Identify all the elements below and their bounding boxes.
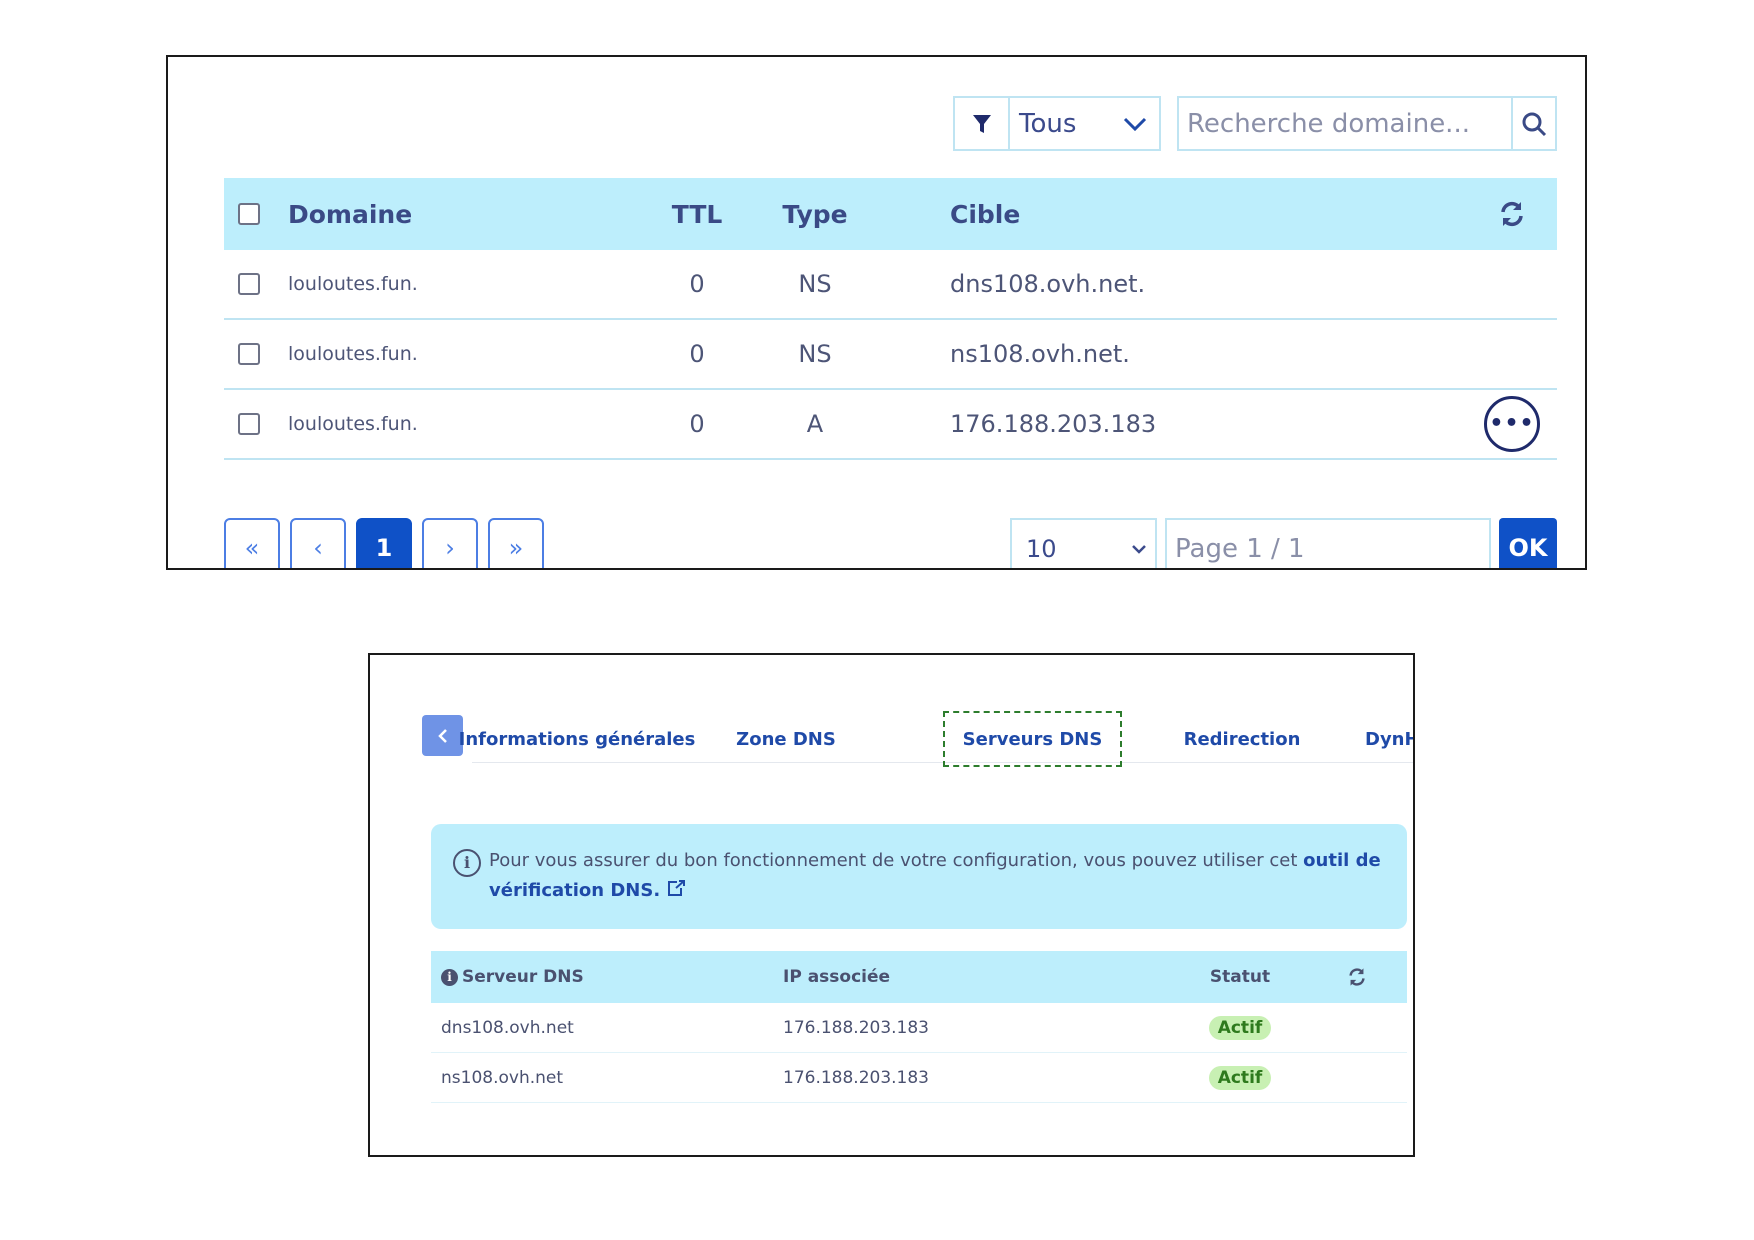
domain-search: [1177, 96, 1557, 151]
dns-servers-header: i Serveur DNS IP associée Statut: [431, 951, 1407, 1003]
table-row: louloutes.fun. 0 NS dns108.ovh.net.: [224, 250, 1557, 320]
status-badge: Actif: [1208, 1065, 1272, 1090]
col-status: Statut: [1209, 967, 1271, 987]
row-actions-button[interactable]: •••: [1484, 396, 1540, 452]
row-checkbox[interactable]: [238, 343, 260, 365]
external-link-icon: [668, 880, 686, 896]
zone-table-header: Domaine TTL Type Cible: [224, 178, 1557, 250]
search-icon: [1522, 112, 1547, 136]
filter-select[interactable]: Tous: [1010, 98, 1159, 149]
current-page-button[interactable]: 1: [356, 518, 412, 568]
chevron-down-icon: [1123, 117, 1147, 131]
type-filter[interactable]: Tous: [953, 96, 1161, 151]
tab-zone-dns[interactable]: Zone DNS: [726, 711, 846, 767]
row-server: dns108.ovh.net: [441, 1017, 574, 1038]
tab-bar: Informations générales Zone DNS Serveurs…: [370, 711, 1413, 767]
last-page-button[interactable]: »: [488, 518, 544, 568]
dns-zone-panel: Tous Domaine TTL Type Cible: [166, 55, 1587, 570]
row-server: ns108.ovh.net: [441, 1067, 564, 1088]
tab-informations-generales[interactable]: Informations générales: [459, 711, 696, 767]
col-target[interactable]: Cible: [866, 200, 1467, 229]
page-size-value: 10: [1026, 535, 1057, 563]
row-domain: louloutes.fun.: [288, 343, 418, 365]
filter-value: Tous: [1019, 108, 1077, 139]
page-number-input[interactable]: [1165, 518, 1491, 568]
col-ttl[interactable]: TTL: [630, 200, 764, 229]
row-target: dns108.ovh.net.: [950, 270, 1146, 298]
dns-servers-panel: Informations générales Zone DNS Serveurs…: [368, 653, 1415, 1157]
row-checkbox[interactable]: [238, 413, 260, 435]
refresh-icon[interactable]: [1347, 967, 1367, 987]
row-type: NS: [798, 270, 832, 298]
filter-icon[interactable]: [955, 98, 1010, 149]
chevron-down-icon: [1132, 545, 1146, 554]
tab-redirection[interactable]: Redirection: [1172, 711, 1312, 767]
row-ttl: 0: [689, 270, 705, 298]
col-ip: IP associée: [783, 967, 891, 987]
prev-page-button[interactable]: ‹: [290, 518, 346, 568]
row-target: 176.188.203.183: [950, 410, 1157, 438]
zone-toolbar: Tous: [224, 96, 1557, 151]
row-ip: 176.188.203.183: [783, 1067, 930, 1088]
row-target: ns108.ovh.net.: [950, 340, 1130, 368]
pagination: « ‹ 1 › » 10 OK: [224, 518, 1557, 568]
ellipsis-icon: •••: [1489, 411, 1535, 436]
table-row: dns108.ovh.net 176.188.203.183 Actif: [431, 1003, 1407, 1053]
page-size-select[interactable]: 10: [1010, 518, 1157, 568]
status-badge: Actif: [1208, 1015, 1272, 1040]
info-text: Pour vous assurer du bon fonctionnement …: [489, 850, 1304, 871]
info-icon: i: [441, 968, 458, 986]
refresh-icon[interactable]: [1498, 200, 1526, 228]
row-type: A: [806, 410, 824, 438]
select-all-checkbox[interactable]: [238, 203, 260, 225]
col-server: Serveur DNS: [462, 967, 584, 987]
go-to-page-button[interactable]: OK: [1499, 518, 1557, 568]
search-button[interactable]: [1511, 98, 1555, 149]
row-domain: louloutes.fun.: [288, 413, 418, 435]
next-page-button[interactable]: ›: [422, 518, 478, 568]
first-page-button[interactable]: «: [224, 518, 280, 568]
table-row: louloutes.fun. 0 A 176.188.203.183 •••: [224, 390, 1557, 460]
tab-serveurs-dns[interactable]: Serveurs DNS: [943, 711, 1122, 767]
row-ttl: 0: [689, 410, 705, 438]
col-type[interactable]: Type: [764, 200, 866, 229]
row-checkbox[interactable]: [238, 273, 260, 295]
table-row: louloutes.fun. 0 NS ns108.ovh.net.: [224, 320, 1557, 390]
row-ttl: 0: [689, 340, 705, 368]
table-row: ns108.ovh.net 176.188.203.183 Actif: [431, 1053, 1407, 1103]
info-icon: i: [453, 849, 481, 877]
tab-dynhost[interactable]: DynHost: [1365, 711, 1413, 767]
search-input[interactable]: [1179, 98, 1511, 149]
info-banner: i Pour vous assurer du bon fonctionnemen…: [431, 824, 1407, 929]
row-type: NS: [798, 340, 832, 368]
col-domain[interactable]: Domaine: [288, 200, 630, 229]
row-domain: louloutes.fun.: [288, 273, 418, 295]
row-ip: 176.188.203.183: [783, 1017, 930, 1038]
dns-servers-table: i Serveur DNS IP associée Statut dns108.…: [431, 951, 1407, 1103]
zone-table: Domaine TTL Type Cible louloutes.fun. 0: [224, 178, 1557, 460]
